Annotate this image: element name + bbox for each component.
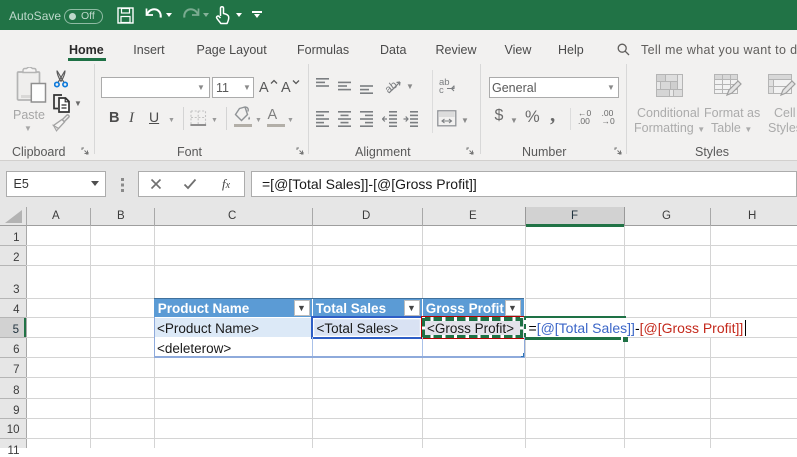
svg-text:c: c [439, 85, 444, 94]
svg-text:ab: ab [385, 79, 400, 95]
